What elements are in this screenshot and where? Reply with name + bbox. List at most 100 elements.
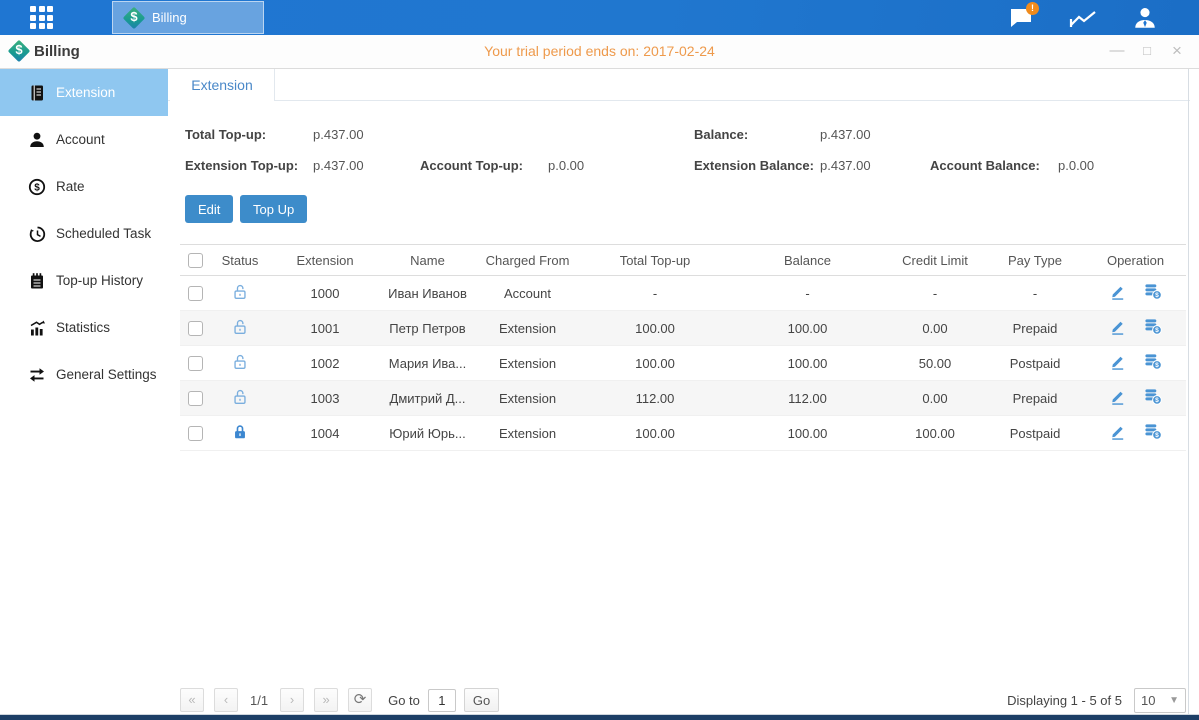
- top-up-row-icon[interactable]: $: [1142, 352, 1164, 374]
- person-icon: [28, 131, 46, 149]
- first-page-button[interactable]: «: [180, 688, 204, 712]
- resource-monitor-icon[interactable]: [1069, 4, 1097, 32]
- cell-name: Иван Иванов: [380, 276, 475, 311]
- window-title-bar: Billing Your trial period ends on: 2017-…: [0, 35, 1199, 69]
- cell-name: Петр Петров: [380, 311, 475, 346]
- row-checkbox[interactable]: [188, 321, 203, 336]
- minimize-icon[interactable]: —: [1109, 43, 1125, 59]
- table-header-row: Status Extension Name Charged From Total…: [180, 245, 1186, 276]
- user-account-icon[interactable]: [1131, 4, 1159, 32]
- page-indicator: 1/1: [250, 693, 268, 708]
- table-row[interactable]: 1002 Мария Ива... Extension 100.00 100.0…: [180, 346, 1186, 381]
- goto-page-input[interactable]: [428, 689, 456, 712]
- sidebar-label: General Settings: [56, 367, 157, 382]
- cell-name: Юрий Юрь...: [380, 416, 475, 451]
- account-balance-label: Account Balance:: [930, 158, 1040, 173]
- cell-total-topup: -: [580, 276, 730, 311]
- col-extension: Extension: [270, 245, 380, 276]
- lock-open-icon[interactable]: [231, 283, 249, 301]
- go-button[interactable]: Go: [464, 688, 499, 712]
- sidebar: Extension Account $ Rate Scheduled Task: [0, 69, 168, 714]
- cell-total-topup: 100.00: [580, 346, 730, 381]
- table-row[interactable]: 1001 Петр Петров Extension 100.00 100.00…: [180, 311, 1186, 346]
- lock-open-icon[interactable]: [231, 388, 249, 406]
- sidebar-item-topup-history[interactable]: Top-up History: [0, 257, 168, 304]
- notifications-icon[interactable]: !: [1007, 4, 1035, 32]
- sidebar-item-scheduled-task[interactable]: Scheduled Task: [0, 210, 168, 257]
- sidebar-item-statistics[interactable]: Statistics: [0, 304, 168, 351]
- top-up-button[interactable]: Top Up: [240, 195, 307, 223]
- svg-text:$: $: [1155, 397, 1159, 404]
- edit-row-icon[interactable]: [1107, 352, 1129, 374]
- edit-button[interactable]: Edit: [185, 195, 233, 223]
- lock-open-icon[interactable]: [231, 353, 249, 371]
- lock-open-icon[interactable]: [231, 318, 249, 336]
- cell-pay-type: Postpaid: [985, 346, 1085, 381]
- cell-total-topup: 100.00: [580, 311, 730, 346]
- top-up-row-icon[interactable]: $: [1142, 282, 1164, 304]
- cell-total-topup: 100.00: [580, 416, 730, 451]
- cell-extension: 1003: [270, 381, 380, 416]
- table-row[interactable]: 1004 Юрий Юрь... Extension 100.00 100.00…: [180, 416, 1186, 451]
- select-all-checkbox[interactable]: [188, 253, 203, 268]
- top-app-bar: Billing !: [0, 0, 1199, 35]
- close-icon[interactable]: ×: [1169, 43, 1185, 59]
- edit-row-icon[interactable]: [1107, 317, 1129, 339]
- account-balance-value: p.0.00: [1058, 158, 1094, 173]
- row-checkbox[interactable]: [188, 356, 203, 371]
- col-credit-limit: Credit Limit: [885, 245, 985, 276]
- app-launcher-icon[interactable]: [30, 6, 64, 29]
- edit-row-icon[interactable]: [1107, 422, 1129, 444]
- tab-extension[interactable]: Extension: [170, 69, 275, 101]
- sidebar-item-account[interactable]: Account: [0, 116, 168, 163]
- edit-row-icon[interactable]: [1107, 387, 1129, 409]
- sidebar-item-general-settings[interactable]: General Settings: [0, 351, 168, 398]
- top-up-row-icon[interactable]: $: [1142, 387, 1164, 409]
- cell-charged-from: Extension: [475, 346, 580, 381]
- sidebar-label: Top-up History: [56, 273, 143, 288]
- desktop-bottom-strip: [0, 714, 1199, 720]
- col-pay-type: Pay Type: [985, 245, 1085, 276]
- row-checkbox[interactable]: [188, 391, 203, 406]
- table-row[interactable]: 1000 Иван Иванов Account - - - - $: [180, 276, 1186, 311]
- table-row[interactable]: 1003 Дмитрий Д... Extension 112.00 112.0…: [180, 381, 1186, 416]
- col-balance: Balance: [730, 245, 885, 276]
- lock-closed-icon[interactable]: [231, 423, 249, 441]
- statistics-icon: [28, 319, 46, 337]
- sidebar-label: Extension: [56, 85, 115, 100]
- sidebar-label: Account: [56, 132, 105, 147]
- sidebar-item-rate[interactable]: $ Rate: [0, 163, 168, 210]
- next-page-button[interactable]: ›: [280, 688, 304, 712]
- edit-row-icon[interactable]: [1107, 282, 1129, 304]
- tab-bar: Extension: [168, 69, 1190, 101]
- svg-text:$: $: [1155, 432, 1159, 439]
- window-right-edge: [1188, 69, 1189, 714]
- top-up-row-icon[interactable]: $: [1142, 317, 1164, 339]
- col-status: Status: [210, 245, 270, 276]
- svg-text:$: $: [1155, 362, 1159, 369]
- balance-value: p.437.00: [820, 127, 871, 142]
- sidebar-item-extension[interactable]: Extension: [0, 69, 168, 116]
- page-size-select[interactable]: 10 ▼: [1134, 688, 1186, 713]
- cell-pay-type: Prepaid: [985, 381, 1085, 416]
- cell-balance: 100.00: [730, 416, 885, 451]
- cell-pay-type: Postpaid: [985, 416, 1085, 451]
- row-checkbox[interactable]: [188, 286, 203, 301]
- last-page-button[interactable]: »: [314, 688, 338, 712]
- extension-topup-label: Extension Top-up:: [185, 158, 298, 173]
- cell-credit-limit: 0.00: [885, 381, 985, 416]
- maximize-icon[interactable]: □: [1139, 43, 1155, 59]
- displaying-info: Displaying 1 - 5 of 5: [1007, 693, 1122, 708]
- cell-credit-limit: -: [885, 276, 985, 311]
- row-checkbox[interactable]: [188, 426, 203, 441]
- svg-text:$: $: [34, 182, 40, 193]
- billing-app-tab[interactable]: Billing: [112, 1, 264, 34]
- cell-balance: -: [730, 276, 885, 311]
- sidebar-label: Rate: [56, 179, 85, 194]
- extension-balance-label: Extension Balance:: [694, 158, 814, 173]
- refresh-icon[interactable]: ⟳: [348, 688, 372, 712]
- account-topup-value: p.0.00: [548, 158, 584, 173]
- prev-page-button[interactable]: ‹: [214, 688, 238, 712]
- notification-badge: !: [1026, 2, 1039, 15]
- top-up-row-icon[interactable]: $: [1142, 422, 1164, 444]
